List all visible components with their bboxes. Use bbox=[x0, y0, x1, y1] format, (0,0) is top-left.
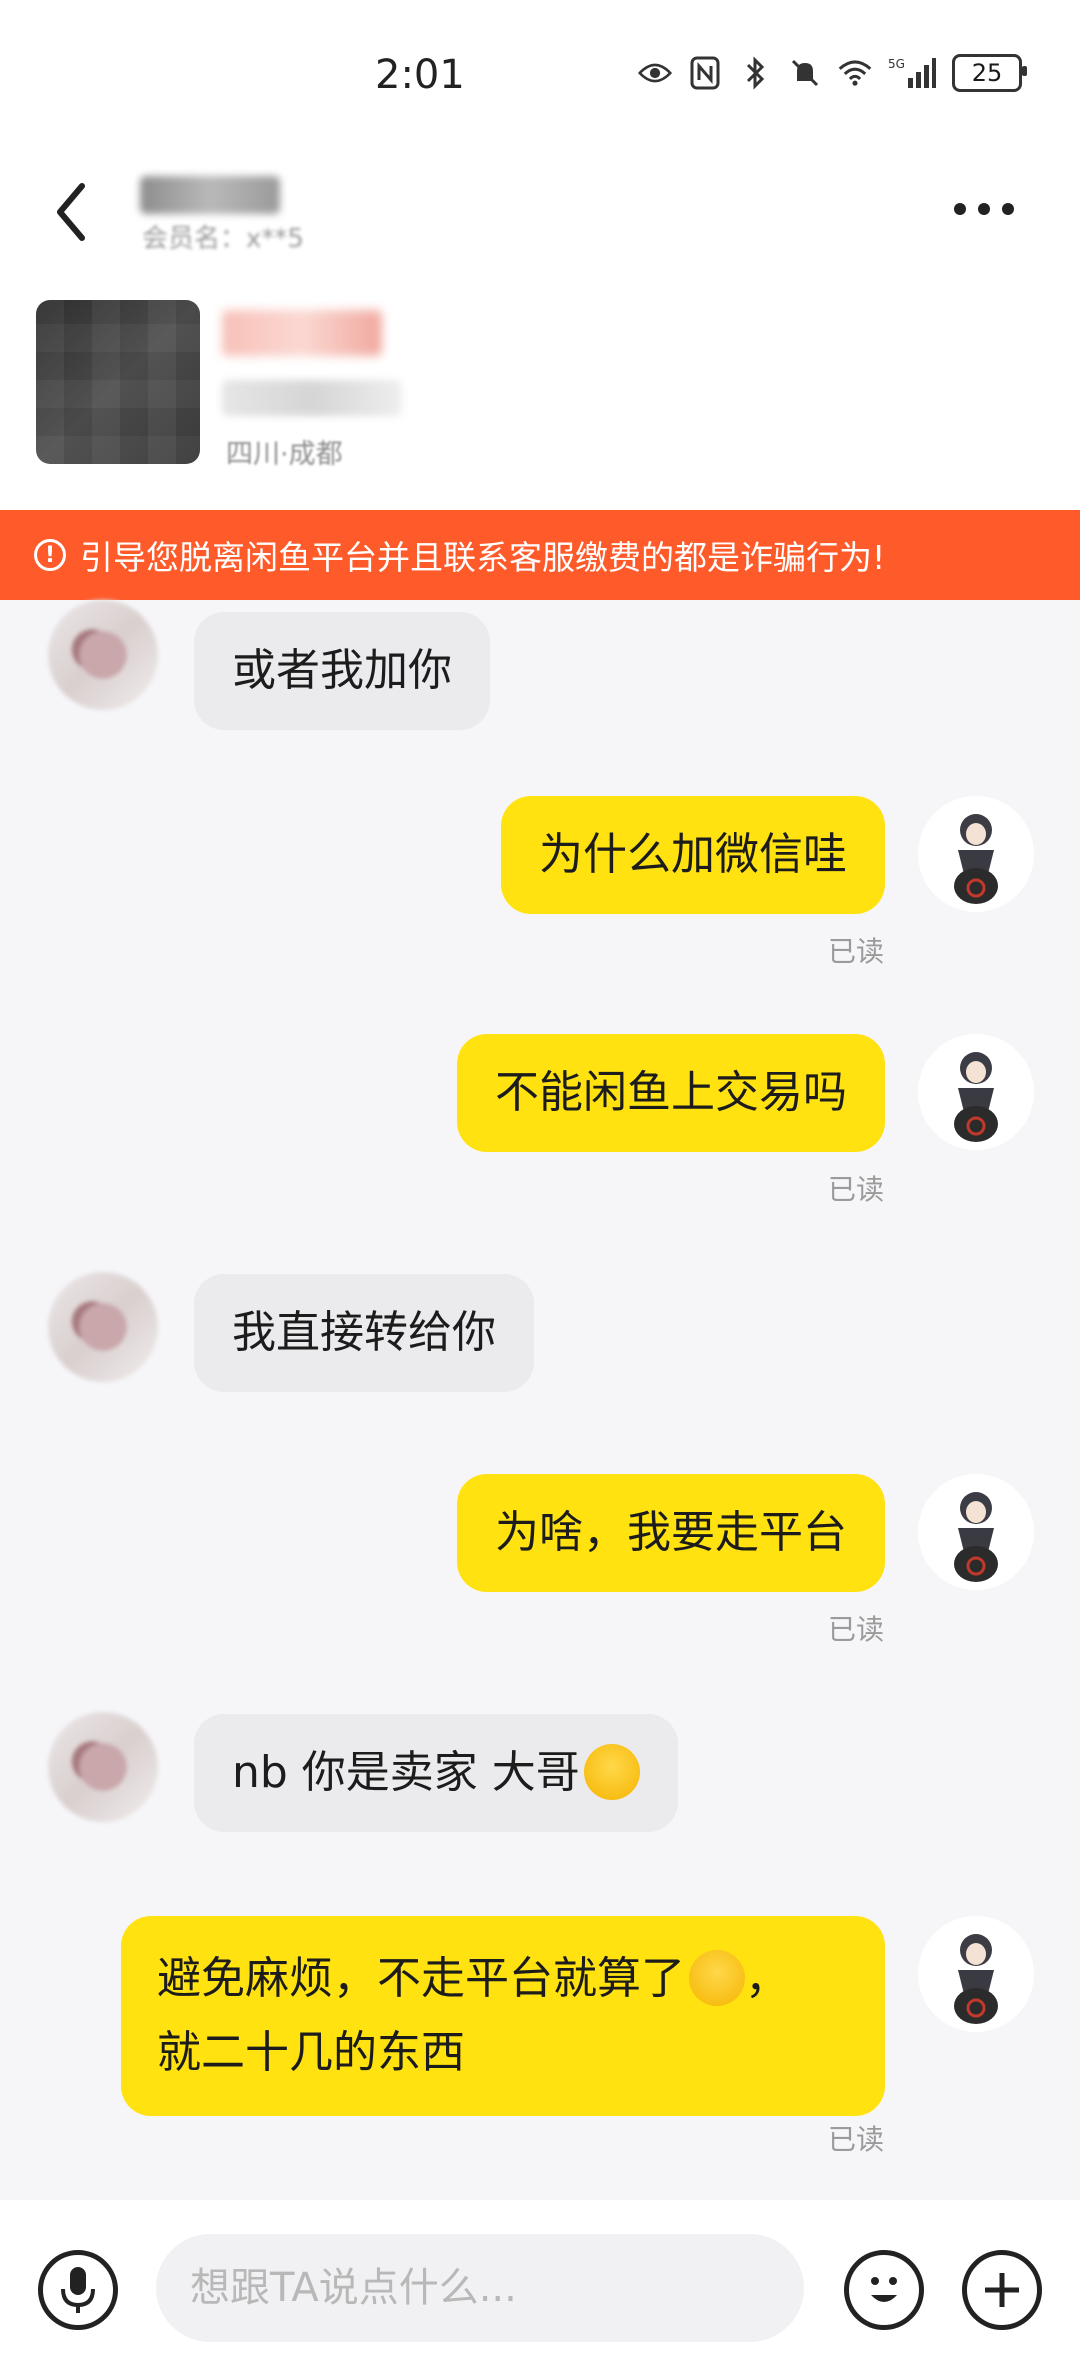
svg-text:5G: 5G bbox=[888, 57, 905, 71]
message-input[interactable] bbox=[156, 2234, 804, 2342]
message-bubble-received[interactable]: 或者我加你 bbox=[194, 612, 490, 730]
wifi-icon bbox=[838, 56, 872, 90]
crying-laughing-emoji-icon bbox=[583, 1744, 640, 1800]
add-button[interactable] bbox=[962, 2250, 1042, 2330]
warning-text: 引导您脱离闲鱼平台并且联系客服缴费的都是诈骗行为! bbox=[80, 538, 886, 577]
contact-avatar[interactable] bbox=[48, 600, 158, 710]
exclamation-icon: ! bbox=[34, 539, 66, 571]
plus-icon bbox=[985, 2273, 1019, 2307]
contact-avatar[interactable] bbox=[48, 1712, 158, 1822]
chevron-left-icon bbox=[57, 183, 85, 241]
voice-button[interactable] bbox=[38, 2250, 118, 2330]
read-status: 已读 bbox=[827, 2123, 884, 2156]
status-bar: 2:01 5G 25 bbox=[0, 0, 1080, 150]
character-avatar-icon bbox=[954, 814, 998, 904]
mute-bell-icon bbox=[788, 56, 822, 90]
message-list[interactable]: 或者我加你 为什么加微信哇 已读 不能闲鱼上交易吗 已读 我直接转给你 为啥，我… bbox=[0, 600, 1080, 2200]
product-location: 四川·成都 bbox=[226, 439, 343, 470]
more-button[interactable] bbox=[954, 194, 1034, 224]
bluetooth-icon bbox=[738, 56, 772, 90]
character-avatar-icon bbox=[954, 1052, 998, 1142]
more-dot-icon bbox=[1002, 203, 1014, 215]
chat-header: 会员名：x**5 bbox=[0, 150, 1080, 290]
battery-indicator: 25 bbox=[952, 54, 1027, 92]
status-icons: 5G 25 bbox=[638, 54, 1027, 92]
message-line: 避免麻烦，不走平台就算了， bbox=[157, 1942, 849, 2016]
microphone-icon bbox=[61, 2267, 95, 2313]
fraud-warning-banner: ! 引导您脱离闲鱼平台并且联系客服缴费的都是诈骗行为! bbox=[0, 510, 1080, 600]
message-bubble-sent[interactable]: 为啥，我要走平台 bbox=[457, 1474, 885, 1592]
message-text: nb 你是卖家 大哥 bbox=[232, 1747, 580, 1798]
my-avatar[interactable] bbox=[918, 1034, 1034, 1150]
smiley-face-icon bbox=[871, 2277, 897, 2302]
read-status: 已读 bbox=[827, 1173, 884, 1206]
my-avatar[interactable] bbox=[918, 796, 1034, 912]
character-avatar-icon bbox=[954, 1492, 998, 1582]
nfc-icon bbox=[688, 56, 722, 90]
message-bubble-sent[interactable]: 为什么加微信哇 bbox=[501, 796, 885, 914]
product-title bbox=[222, 310, 382, 356]
message-line: 就二十几的东西 bbox=[157, 2027, 465, 2078]
message-bubble-received[interactable]: 我直接转给你 bbox=[194, 1274, 534, 1392]
more-dot-icon bbox=[978, 203, 990, 215]
status-time: 2:01 bbox=[375, 52, 465, 98]
eye-icon bbox=[638, 56, 672, 90]
smiling-emoji-icon bbox=[689, 1950, 745, 2006]
more-dot-icon bbox=[954, 203, 966, 215]
message-bubble-sent[interactable]: 避免麻烦，不走平台就算了， 就二十几的东西 bbox=[121, 1916, 885, 2116]
read-status: 已读 bbox=[827, 935, 884, 968]
my-avatar[interactable] bbox=[918, 1474, 1034, 1590]
message-bubble-sent[interactable]: 不能闲鱼上交易吗 bbox=[457, 1034, 885, 1152]
character-avatar-icon bbox=[954, 1934, 998, 2024]
message-bubble-received[interactable]: nb 你是卖家 大哥 bbox=[194, 1714, 678, 1832]
emoji-button[interactable] bbox=[844, 2250, 924, 2330]
product-thumbnail[interactable] bbox=[36, 300, 200, 464]
my-avatar[interactable] bbox=[918, 1916, 1034, 2032]
read-status: 已读 bbox=[827, 1613, 884, 1646]
product-card[interactable]: 四川·成都 bbox=[0, 290, 1080, 510]
contact-name bbox=[140, 176, 280, 214]
product-price bbox=[222, 380, 402, 416]
back-button[interactable] bbox=[44, 170, 104, 250]
contact-avatar[interactable] bbox=[48, 1272, 158, 1382]
signal-icon: 5G bbox=[888, 56, 936, 90]
input-bar bbox=[0, 2200, 1080, 2376]
contact-member-id: 会员名：x**5 bbox=[142, 224, 304, 254]
